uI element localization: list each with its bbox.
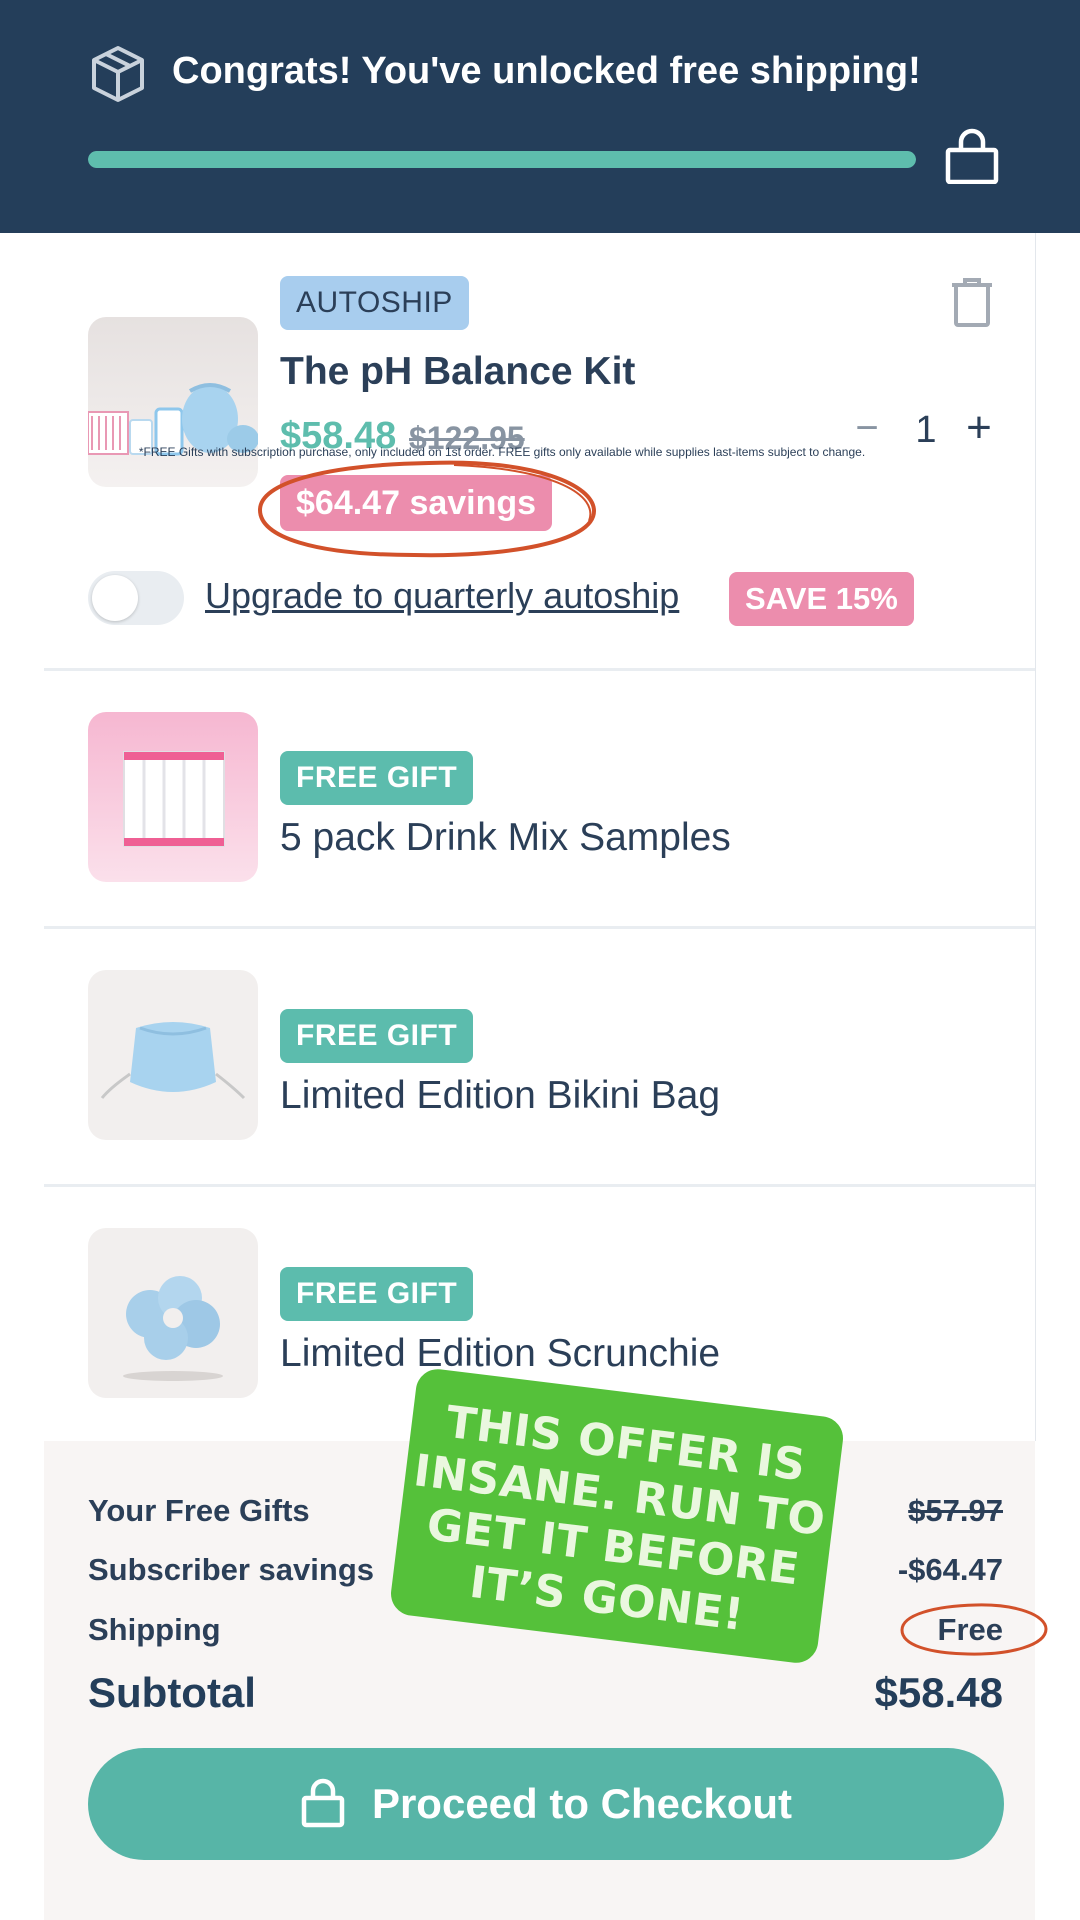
subtotal-label: Subtotal xyxy=(88,1669,256,1716)
banner-title: Congrats! You've unlocked free shipping! xyxy=(172,50,921,92)
subscriber-savings-value: -$64.47 xyxy=(897,1552,1003,1587)
free-shipping-banner: Congrats! You've unlocked free shipping! xyxy=(0,0,1080,233)
free-gifts-label: Your Free Gifts xyxy=(88,1493,310,1528)
bikini-bag-illustration xyxy=(100,1022,246,1100)
product-image-drink-mix[interactable] xyxy=(88,712,258,882)
product-name[interactable]: Limited Edition Scrunchie xyxy=(280,1332,720,1376)
product-image-ph-kit[interactable] xyxy=(88,317,258,487)
progress-fill xyxy=(88,151,916,168)
shopping-bag-icon[interactable] xyxy=(944,128,1000,184)
toggle-knob xyxy=(92,575,138,621)
savings-badge: $64.47 savings xyxy=(280,475,553,531)
ph-kit-illustration xyxy=(88,383,258,456)
autoship-tag: AUTOSHIP xyxy=(280,276,469,330)
package-icon xyxy=(92,46,144,102)
upgrade-quarterly-link[interactable]: Upgrade to quarterly autoship xyxy=(205,575,679,617)
disclaimer-text: *FREE Gifts with subscription purchase, … xyxy=(138,445,866,459)
save-percent-badge: SAVE 15% xyxy=(729,572,914,626)
subtotal-value: $58.48 xyxy=(874,1669,1003,1716)
product-name[interactable]: 5 pack Drink Mix Samples xyxy=(280,816,731,860)
product-image-bikini-bag[interactable] xyxy=(88,970,258,1140)
shipping-value: Free xyxy=(937,1612,1003,1647)
cart-items-list: AUTOSHIP The pH Balance Kit $58.48 $122.… xyxy=(44,233,1036,1441)
drink-mix-illustration xyxy=(123,751,225,847)
free-gift-tag: FREE GIFT xyxy=(280,1267,474,1321)
shipping-label: Shipping xyxy=(88,1612,221,1647)
promo-sticker: THIS OFFER IS INSANE. RUN TO GET IT BEFO… xyxy=(388,1366,846,1666)
sticker-text: THIS OFFER IS INSANE. RUN TO GET IT BEFO… xyxy=(390,1393,842,1652)
trash-icon[interactable] xyxy=(950,277,994,327)
free-gift-tag: FREE GIFT xyxy=(280,751,474,805)
scrunchie-illustration xyxy=(123,1276,223,1381)
product-name[interactable]: Limited Edition Bikini Bag xyxy=(280,1074,720,1118)
checkout-label: Proceed to Checkout xyxy=(371,1780,793,1827)
subscriber-savings-label: Subscriber savings xyxy=(88,1552,375,1587)
free-gift-tag: FREE GIFT xyxy=(280,1009,474,1063)
cart-item: FREE GIFT Limited Edition Bikini Bag xyxy=(44,926,1035,1187)
cart-item: FREE GIFT 5 pack Drink Mix Samples xyxy=(44,668,1035,929)
free-gifts-value: $57.97 xyxy=(908,1493,1003,1528)
product-name[interactable]: The pH Balance Kit xyxy=(280,350,635,394)
proceed-to-checkout-button[interactable]: Proceed to Checkout xyxy=(88,1748,1004,1860)
product-image-scrunchie[interactable] xyxy=(88,1228,258,1398)
shipping-progress-bar xyxy=(88,151,916,168)
quarterly-autoship-toggle[interactable] xyxy=(88,571,184,625)
quantity-increase-button[interactable]: + xyxy=(954,403,1004,453)
lock-icon xyxy=(301,1778,345,1828)
